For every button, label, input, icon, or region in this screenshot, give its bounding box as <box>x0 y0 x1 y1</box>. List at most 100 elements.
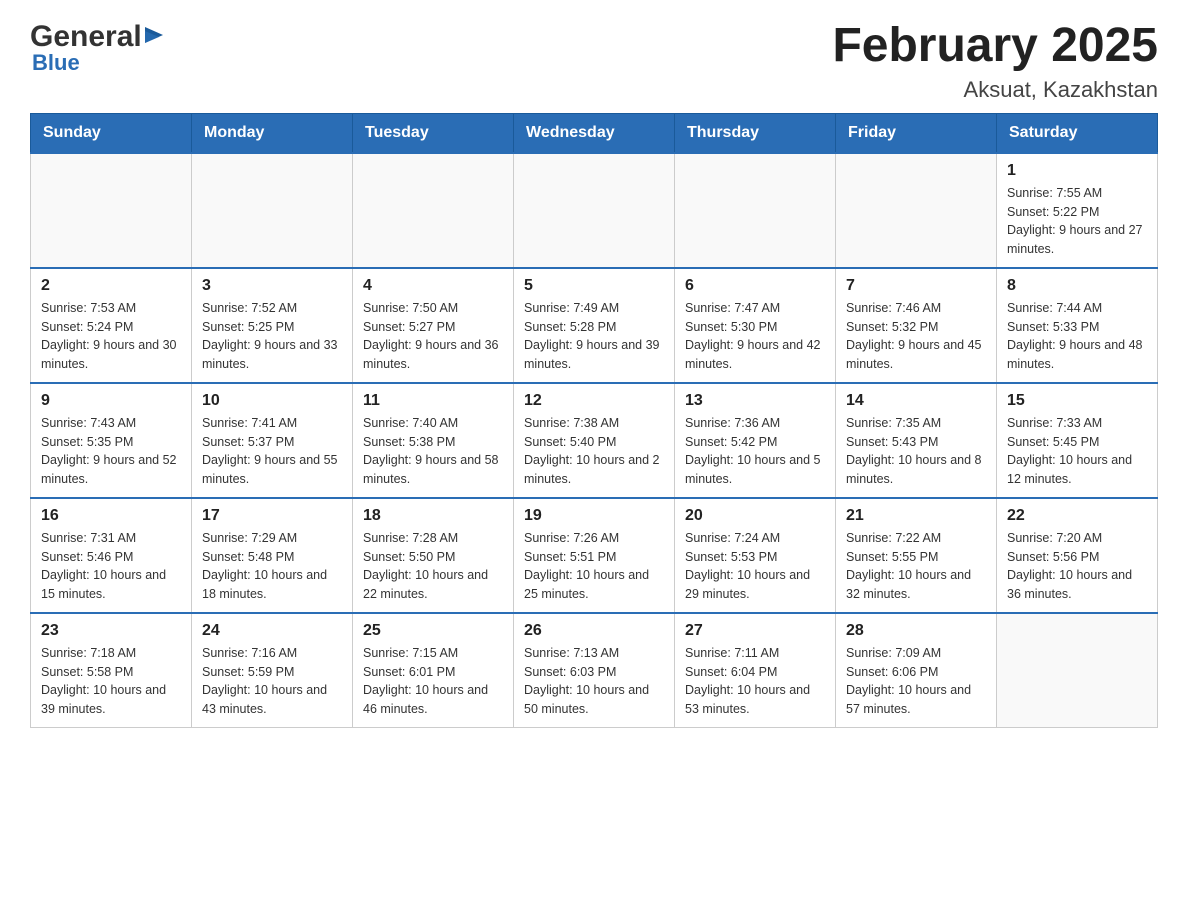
weekday-header-thursday: Thursday <box>675 113 836 153</box>
day-number: 10 <box>202 392 342 410</box>
day-number: 26 <box>524 622 664 640</box>
day-number: 23 <box>41 622 181 640</box>
day-info: Sunrise: 7:38 AMSunset: 5:40 PMDaylight:… <box>524 414 664 489</box>
calendar-week-row: 2 Sunrise: 7:53 AMSunset: 5:24 PMDaylight… <box>31 268 1158 383</box>
calendar-cell <box>997 613 1158 728</box>
calendar-week-row: 16Sunrise: 7:31 AMSunset: 5:46 PMDayligh… <box>31 498 1158 613</box>
calendar-cell <box>192 153 353 268</box>
logo-general-text: General <box>30 20 142 54</box>
calendar-cell: 22 Sunrise: 7:20 AMSunset: 5:56 PMDayligh… <box>997 498 1158 613</box>
calendar-cell: 17 Sunrise: 7:29 AMSunset: 5:48 PMDayligh… <box>192 498 353 613</box>
day-info: Sunrise: 7:46 AMSunset: 5:32 PMDaylight:… <box>846 299 986 374</box>
calendar-cell: 23 Sunrise: 7:18 AMSunset: 5:58 PMDayligh… <box>31 613 192 728</box>
day-info: Sunrise: 7:35 AMSunset: 5:43 PMDaylight:… <box>846 414 986 489</box>
calendar-cell: 14 Sunrise: 7:35 AMSunset: 5:43 PMDayligh… <box>836 383 997 498</box>
calendar-week-row: 1 Sunrise: 7:55 AMSunset: 5:22 PMDaylight… <box>31 153 1158 268</box>
logo-flag-icon <box>145 27 163 52</box>
day-info: Sunrise: 7:33 AMSunset: 5:45 PMDaylight:… <box>1007 414 1147 489</box>
day-info: Sunrise: 7:13 AMSunset: 6:03 PMDaylight:… <box>524 644 664 719</box>
calendar-cell: 21 Sunrise: 7:22 AMSunset: 5:55 PMDayligh… <box>836 498 997 613</box>
day-number: 25 <box>363 622 503 640</box>
calendar-week-row: 23 Sunrise: 7:18 AMSunset: 5:58 PMDayligh… <box>31 613 1158 728</box>
day-number: 17 <box>202 507 342 525</box>
day-number: 4 <box>363 277 503 295</box>
weekday-header-row: SundayMondayTuesdayWednesdayThursdayFrid… <box>31 113 1158 153</box>
calendar-cell: 16Sunrise: 7:31 AMSunset: 5:46 PMDayligh… <box>31 498 192 613</box>
day-number: 2 <box>41 277 181 295</box>
calendar-cell <box>836 153 997 268</box>
weekday-header-tuesday: Tuesday <box>353 113 514 153</box>
location-text: Aksuat, Kazakhstan <box>832 77 1158 103</box>
day-number: 5 <box>524 277 664 295</box>
day-number: 18 <box>363 507 503 525</box>
day-number: 14 <box>846 392 986 410</box>
calendar-cell <box>353 153 514 268</box>
day-info: Sunrise: 7:11 AMSunset: 6:04 PMDaylight:… <box>685 644 825 719</box>
calendar-cell: 11 Sunrise: 7:40 AMSunset: 5:38 PMDayligh… <box>353 383 514 498</box>
logo: General Blue <box>30 20 163 76</box>
calendar-table: SundayMondayTuesdayWednesdayThursdayFrid… <box>30 113 1158 728</box>
day-info: Sunrise: 7:52 AMSunset: 5:25 PMDaylight:… <box>202 299 342 374</box>
month-title: February 2025 <box>832 20 1158 73</box>
calendar-cell <box>514 153 675 268</box>
calendar-cell: 28 Sunrise: 7:09 AMSunset: 6:06 PMDayligh… <box>836 613 997 728</box>
logo-blue-text: Blue <box>32 50 80 76</box>
calendar-cell: 10 Sunrise: 7:41 AMSunset: 5:37 PMDayligh… <box>192 383 353 498</box>
day-number: 13 <box>685 392 825 410</box>
calendar-cell: 2 Sunrise: 7:53 AMSunset: 5:24 PMDaylight… <box>31 268 192 383</box>
calendar-cell: 27 Sunrise: 7:11 AMSunset: 6:04 PMDayligh… <box>675 613 836 728</box>
day-number: 28 <box>846 622 986 640</box>
calendar-cell: 15 Sunrise: 7:33 AMSunset: 5:45 PMDayligh… <box>997 383 1158 498</box>
day-number: 22 <box>1007 507 1147 525</box>
day-number: 21 <box>846 507 986 525</box>
day-number: 3 <box>202 277 342 295</box>
day-info: Sunrise: 7:41 AMSunset: 5:37 PMDaylight:… <box>202 414 342 489</box>
calendar-cell: 13 Sunrise: 7:36 AMSunset: 5:42 PMDayligh… <box>675 383 836 498</box>
calendar-cell <box>675 153 836 268</box>
calendar-cell: 1 Sunrise: 7:55 AMSunset: 5:22 PMDaylight… <box>997 153 1158 268</box>
calendar-cell <box>31 153 192 268</box>
day-number: 12 <box>524 392 664 410</box>
calendar-cell: 25 Sunrise: 7:15 AMSunset: 6:01 PMDayligh… <box>353 613 514 728</box>
day-number: 19 <box>524 507 664 525</box>
day-info: Sunrise: 7:20 AMSunset: 5:56 PMDaylight:… <box>1007 529 1147 604</box>
day-number: 11 <box>363 392 503 410</box>
day-info: Sunrise: 7:26 AMSunset: 5:51 PMDaylight:… <box>524 529 664 604</box>
day-number: 27 <box>685 622 825 640</box>
day-number: 20 <box>685 507 825 525</box>
day-number: 7 <box>846 277 986 295</box>
weekday-header-sunday: Sunday <box>31 113 192 153</box>
calendar-cell: 6Sunrise: 7:47 AMSunset: 5:30 PMDaylight… <box>675 268 836 383</box>
page-header: General Blue February 2025 Aksuat, Kazak… <box>30 20 1158 103</box>
day-info: Sunrise: 7:29 AMSunset: 5:48 PMDaylight:… <box>202 529 342 604</box>
calendar-cell: 7 Sunrise: 7:46 AMSunset: 5:32 PMDaylight… <box>836 268 997 383</box>
calendar-cell: 19 Sunrise: 7:26 AMSunset: 5:51 PMDayligh… <box>514 498 675 613</box>
calendar-cell: 8Sunrise: 7:44 AMSunset: 5:33 PMDaylight… <box>997 268 1158 383</box>
calendar-cell: 18 Sunrise: 7:28 AMSunset: 5:50 PMDayligh… <box>353 498 514 613</box>
day-info: Sunrise: 7:47 AMSunset: 5:30 PMDaylight:… <box>685 299 825 374</box>
day-info: Sunrise: 7:55 AMSunset: 5:22 PMDaylight:… <box>1007 184 1147 259</box>
calendar-cell: 3 Sunrise: 7:52 AMSunset: 5:25 PMDaylight… <box>192 268 353 383</box>
day-info: Sunrise: 7:22 AMSunset: 5:55 PMDaylight:… <box>846 529 986 604</box>
weekday-header-wednesday: Wednesday <box>514 113 675 153</box>
day-number: 9 <box>41 392 181 410</box>
weekday-header-monday: Monday <box>192 113 353 153</box>
day-info: Sunrise: 7:36 AMSunset: 5:42 PMDaylight:… <box>685 414 825 489</box>
calendar-cell: 9 Sunrise: 7:43 AMSunset: 5:35 PMDaylight… <box>31 383 192 498</box>
day-info: Sunrise: 7:49 AMSunset: 5:28 PMDaylight:… <box>524 299 664 374</box>
calendar-cell: 26 Sunrise: 7:13 AMSunset: 6:03 PMDayligh… <box>514 613 675 728</box>
day-info: Sunrise: 7:28 AMSunset: 5:50 PMDaylight:… <box>363 529 503 604</box>
day-info: Sunrise: 7:40 AMSunset: 5:38 PMDaylight:… <box>363 414 503 489</box>
day-info: Sunrise: 7:18 AMSunset: 5:58 PMDaylight:… <box>41 644 181 719</box>
day-info: Sunrise: 7:53 AMSunset: 5:24 PMDaylight:… <box>41 299 181 374</box>
day-info: Sunrise: 7:09 AMSunset: 6:06 PMDaylight:… <box>846 644 986 719</box>
day-info: Sunrise: 7:43 AMSunset: 5:35 PMDaylight:… <box>41 414 181 489</box>
calendar-week-row: 9 Sunrise: 7:43 AMSunset: 5:35 PMDaylight… <box>31 383 1158 498</box>
day-number: 24 <box>202 622 342 640</box>
calendar-cell: 20Sunrise: 7:24 AMSunset: 5:53 PMDayligh… <box>675 498 836 613</box>
day-number: 15 <box>1007 392 1147 410</box>
day-number: 1 <box>1007 162 1147 180</box>
calendar-cell: 5 Sunrise: 7:49 AMSunset: 5:28 PMDaylight… <box>514 268 675 383</box>
day-info: Sunrise: 7:15 AMSunset: 6:01 PMDaylight:… <box>363 644 503 719</box>
day-info: Sunrise: 7:50 AMSunset: 5:27 PMDaylight:… <box>363 299 503 374</box>
